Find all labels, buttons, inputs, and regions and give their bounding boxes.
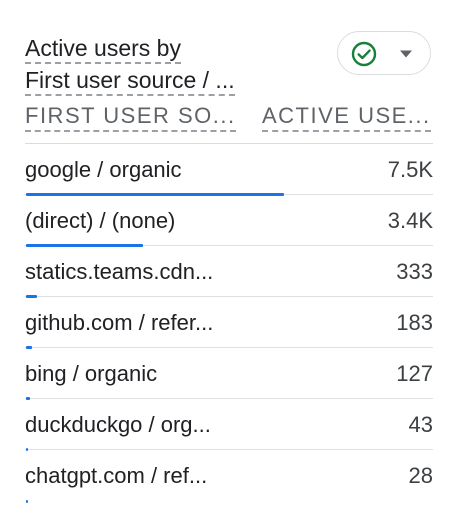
row-active-users-value: 7.5K xyxy=(387,157,433,182)
active-users-card: Active users by First user source / ... … xyxy=(0,0,463,528)
row-active-users-value: 127 xyxy=(396,361,433,386)
row-source-label: statics.teams.cdn... xyxy=(25,259,214,284)
card-title[interactable]: Active users by First user source / ... xyxy=(25,32,325,96)
title-text-2[interactable]: First user source / ... xyxy=(25,67,235,96)
row-source-label: google / organic xyxy=(25,157,182,182)
status-dropdown-button[interactable] xyxy=(337,31,431,75)
row-source-label: github.com / refer... xyxy=(25,310,214,335)
table-row[interactable]: duckduckgo / org... 43 xyxy=(25,399,433,451)
chevron-down-icon xyxy=(400,50,412,58)
title-text-1[interactable]: Active users by xyxy=(25,35,181,64)
row-source-label: bing / organic xyxy=(25,361,158,386)
table-row[interactable]: github.com / refer... 183 xyxy=(25,297,433,349)
column-header-first-user-source-text: FIRST USER SO... xyxy=(25,103,236,132)
table-row[interactable]: chatgpt.com / ref... 28 xyxy=(25,450,433,503)
title-line-1: Active users by xyxy=(25,32,325,64)
row-source-label: chatgpt.com / ref... xyxy=(25,463,208,488)
column-header-active-users[interactable]: ACTIVE USE... xyxy=(262,103,431,132)
row-active-users-value: 183 xyxy=(396,310,433,335)
row-source-label: (direct) / (none) xyxy=(25,208,176,233)
table-row[interactable]: bing / organic 127 xyxy=(25,348,433,400)
row-active-users-value: 333 xyxy=(396,259,433,284)
table-row[interactable]: (direct) / (none) 3.4K xyxy=(25,195,433,247)
row-active-users-value: 43 xyxy=(408,412,433,437)
check-circle-icon xyxy=(351,41,377,67)
row-value-bar xyxy=(26,500,28,503)
title-line-2: First user source / ... xyxy=(25,64,325,96)
column-header-active-users-text: ACTIVE USE... xyxy=(262,103,431,132)
row-active-users-value: 3.4K xyxy=(387,208,433,233)
table-row[interactable]: statics.teams.cdn... 333 xyxy=(25,246,433,298)
row-active-users-value: 28 xyxy=(408,463,433,488)
table-row[interactable]: google / organic 7.5K xyxy=(25,144,433,196)
row-source-label: duckduckgo / org... xyxy=(25,412,211,437)
column-header-first-user-source[interactable]: FIRST USER SO... xyxy=(25,103,236,132)
table-body: google / organic 7.5K (direct) / (none) 3.4… xyxy=(25,144,433,503)
